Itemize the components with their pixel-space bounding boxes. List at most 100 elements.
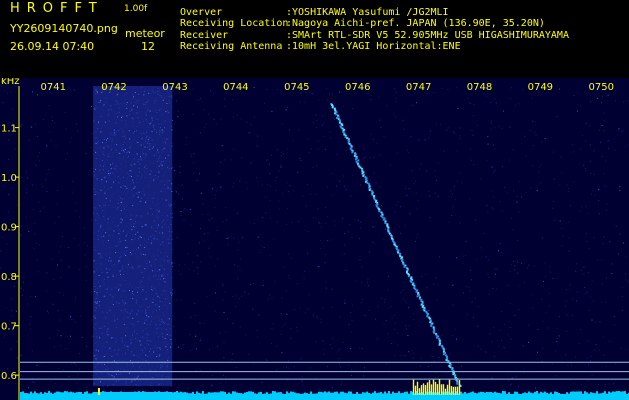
noise-speck xyxy=(295,327,297,328)
noise-speck xyxy=(223,357,225,359)
noise-band-speck xyxy=(160,151,162,153)
noise-band-speck xyxy=(153,179,155,181)
noise-speck xyxy=(552,207,554,209)
noise-band-speck xyxy=(124,309,126,311)
baseline-spike xyxy=(504,391,506,395)
noise-speck xyxy=(210,256,212,258)
spectrogram-plot[interactable]: kHz1.11.00.90.80.70.6 0741 0742 0743 0744 07… xyxy=(0,78,629,400)
noise-band-speck xyxy=(130,144,132,146)
noise-speck xyxy=(60,335,62,337)
noise-speck xyxy=(619,189,621,191)
noise-band-speck xyxy=(133,294,135,296)
noise-speck xyxy=(603,236,605,238)
noise-speck xyxy=(514,315,516,316)
noise-speck xyxy=(491,377,493,379)
noise-band-speck xyxy=(140,270,142,272)
noise-band-speck xyxy=(122,266,124,267)
noise-band-speck xyxy=(134,163,136,165)
noise-band-speck xyxy=(149,340,151,342)
noise-band-speck xyxy=(169,145,171,147)
noise-speck xyxy=(585,140,587,142)
noise-speck xyxy=(269,199,271,201)
noise-speck xyxy=(412,357,414,359)
meteor-trace-point xyxy=(429,321,432,324)
noise-speck xyxy=(261,184,263,186)
noise-band-speck xyxy=(104,97,106,99)
baseline-spike xyxy=(266,392,268,395)
meteor-trace-point xyxy=(410,281,413,284)
noise-band-speck xyxy=(171,289,173,291)
noise-speck xyxy=(57,264,59,266)
noise-band-speck xyxy=(109,337,111,339)
noise-band-speck xyxy=(132,338,134,340)
noise-speck xyxy=(436,299,438,301)
noise-band-speck xyxy=(146,136,148,138)
noise-band-speck xyxy=(145,224,147,226)
noise-speck xyxy=(305,205,307,207)
noise-band-speck xyxy=(114,287,116,288)
noise-band-speck xyxy=(105,204,107,206)
noise-speck xyxy=(459,172,461,174)
noise-band-speck xyxy=(94,191,96,193)
noise-speck xyxy=(589,144,591,146)
noise-speck xyxy=(87,140,89,142)
noise-band-speck xyxy=(151,130,153,132)
noise-speck xyxy=(396,97,398,99)
noise-band-speck xyxy=(111,375,113,377)
noise-speck xyxy=(35,164,37,166)
noise-speck xyxy=(415,180,416,182)
noise-band-speck xyxy=(163,257,165,258)
noise-speck xyxy=(5,307,7,309)
noise-speck xyxy=(556,328,558,329)
noise-speck xyxy=(10,348,12,350)
noise-speck xyxy=(215,197,217,199)
noise-band-speck xyxy=(125,296,127,298)
noise-band-speck xyxy=(127,176,129,178)
event-type-label: meteor xyxy=(125,27,165,40)
noise-band-speck xyxy=(171,343,173,345)
noise-speck xyxy=(317,208,319,210)
noise-band-speck xyxy=(142,151,144,153)
noise-band-speck xyxy=(137,136,139,138)
noise-band-speck xyxy=(149,148,151,150)
noise-speck xyxy=(248,132,250,134)
noise-band-speck xyxy=(105,232,107,234)
noise-band-speck xyxy=(139,380,141,382)
noise-band-speck xyxy=(156,303,158,305)
noise-band-speck xyxy=(93,355,95,357)
noise-speck xyxy=(46,145,48,147)
noise-band-speck xyxy=(96,179,98,181)
noise-speck xyxy=(518,103,520,105)
noise-speck xyxy=(413,313,415,315)
noise-band-speck xyxy=(170,188,172,190)
noise-speck xyxy=(16,356,18,358)
noise-speck xyxy=(587,272,589,273)
noise-speck xyxy=(565,300,567,302)
noise-band-speck xyxy=(145,312,147,314)
noise-speck xyxy=(539,182,541,184)
noise-speck xyxy=(565,305,567,307)
noise-band-speck xyxy=(166,103,168,104)
noise-band-speck xyxy=(93,316,95,318)
noise-speck xyxy=(591,280,593,282)
baseline-spike xyxy=(258,392,260,395)
noise-band-speck xyxy=(135,216,137,218)
noise-band-speck xyxy=(164,223,166,225)
meteor-trace-point xyxy=(351,151,354,154)
baseline-spike xyxy=(88,393,90,395)
noise-band-speck xyxy=(131,189,133,191)
noise-band-speck xyxy=(113,236,115,237)
noise-band-speck xyxy=(140,255,142,257)
noise-band-speck xyxy=(107,240,109,241)
noise-band-speck xyxy=(122,268,124,270)
noise-band-speck xyxy=(123,135,125,137)
noise-band-speck xyxy=(120,251,122,253)
noise-band-speck xyxy=(121,146,123,148)
noise-band-speck xyxy=(95,358,97,360)
noise-band-speck xyxy=(111,221,113,223)
noise-band xyxy=(93,86,174,387)
noise-speck xyxy=(601,302,603,304)
noise-band-speck xyxy=(130,164,131,166)
noise-band-speck xyxy=(148,143,150,145)
noise-band-speck xyxy=(128,130,130,132)
